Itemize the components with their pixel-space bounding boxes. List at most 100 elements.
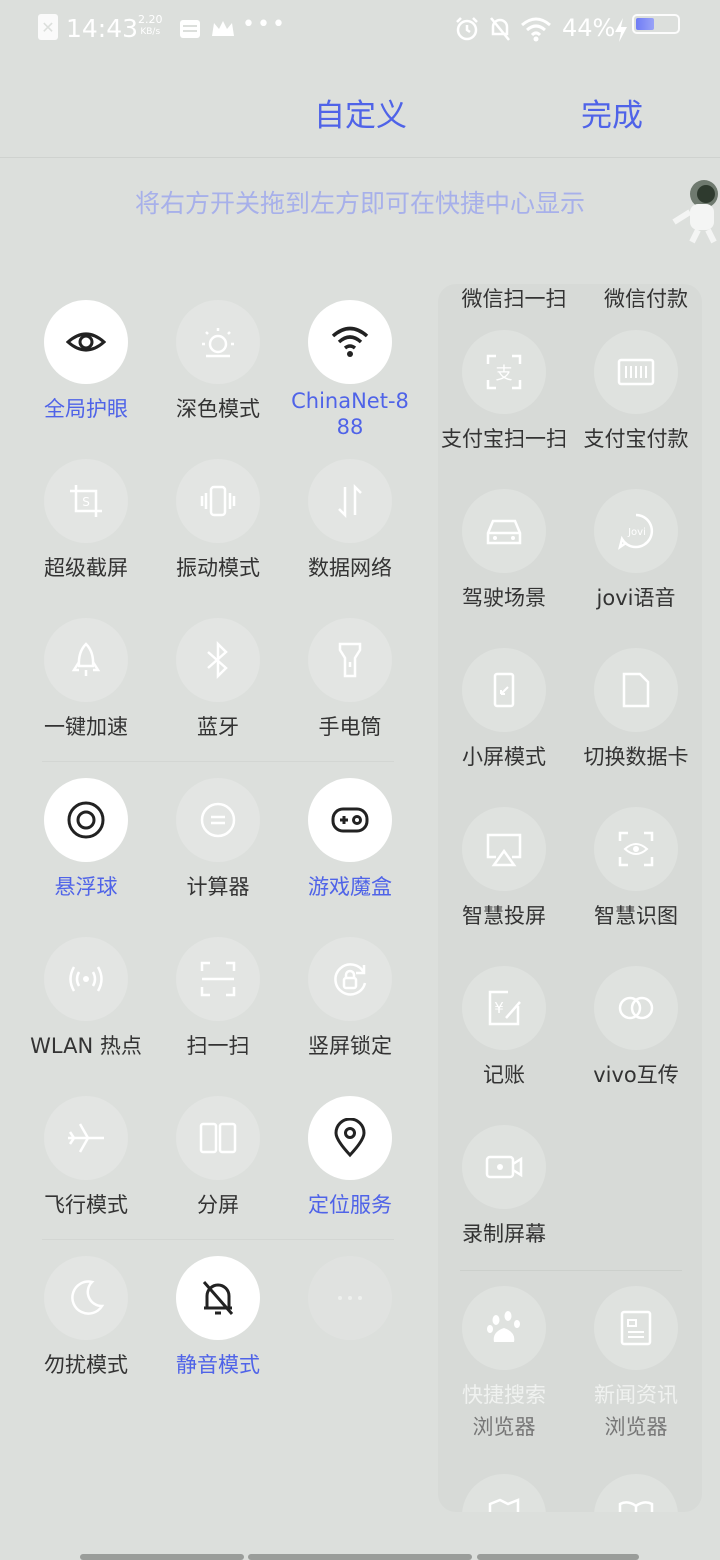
tile-label: 一键加速 — [44, 715, 128, 739]
tile-location[interactable]: 定位服务 — [284, 1096, 416, 1218]
tile-calculator-toggle[interactable] — [176, 778, 260, 862]
tile-super-screenshot-toggle[interactable]: S — [44, 459, 128, 543]
tile-dark-mode-toggle[interactable] — [176, 300, 260, 384]
tile-split-screen-toggle[interactable] — [176, 1096, 260, 1180]
tile-super-screenshot[interactable]: S 超级截屏 — [20, 459, 152, 581]
tile-screen-record-toggle[interactable] — [462, 1125, 546, 1209]
tile-scan-toggle[interactable] — [176, 937, 260, 1021]
tile-dark-mode[interactable]: 深色模式 — [152, 300, 284, 422]
split-screen-icon — [199, 1122, 237, 1154]
tile-smart-image-toggle[interactable] — [594, 807, 678, 891]
tile-switch-data-card[interactable]: 切换数据卡 — [570, 648, 702, 770]
done-button[interactable]: 完成 — [581, 90, 643, 135]
tile-wifi-toggle[interactable] — [308, 300, 392, 384]
tile-label: 蓝牙 — [197, 715, 239, 739]
vibration-icon — [200, 485, 236, 517]
tile-flashlight-toggle[interactable] — [308, 618, 392, 702]
tile-do-not-disturb[interactable]: 勿扰模式 — [20, 1256, 152, 1378]
location-icon — [334, 1118, 366, 1158]
tile-label: WLAN 热点 — [30, 1034, 142, 1058]
tile-driving-scene[interactable]: 驾驶场景 — [438, 489, 570, 611]
tile-label: 智慧投屏 — [462, 904, 546, 928]
tile-label: 新闻资讯 — [594, 1383, 678, 1407]
tile-quick-search[interactable]: 快捷搜索 浏览器 — [438, 1286, 570, 1440]
tile-smart-image[interactable]: 智慧识图 — [570, 807, 702, 929]
tile-jovi-voice-toggle[interactable]: Jovi — [594, 489, 678, 573]
tile-game-box[interactable]: 游戏魔盒 — [284, 778, 416, 900]
tile-small-screen-toggle[interactable] — [462, 648, 546, 732]
tile-location-toggle[interactable] — [308, 1096, 392, 1180]
tile-scan[interactable]: 扫一扫 — [152, 937, 284, 1059]
tile-screen-record[interactable]: 录制屏幕 — [438, 1125, 570, 1247]
tile-game-box-toggle[interactable] — [308, 778, 392, 862]
tile-label: 快捷搜索 — [462, 1383, 546, 1407]
tile-partial-book[interactable] — [570, 1474, 702, 1512]
tile-rotation-lock[interactable]: 竖屏锁定 — [284, 937, 416, 1059]
tile-hotspot-toggle[interactable] — [44, 937, 128, 1021]
tile-jovi-voice[interactable]: Jovi jovi语音 — [570, 489, 702, 611]
tile-label: 超级截屏 — [44, 556, 128, 580]
tile-smart-cast[interactable]: 智慧投屏 — [438, 807, 570, 929]
tile-quick-search-toggle[interactable] — [462, 1286, 546, 1370]
tile-driving-scene-toggle[interactable] — [462, 489, 546, 573]
bluetooth-icon — [207, 640, 228, 680]
tile-label: 振动模式 — [176, 556, 260, 580]
tile-label: 切换数据卡 — [583, 745, 689, 769]
tile-airplane-toggle[interactable] — [44, 1096, 128, 1180]
tile-alipay-pay[interactable]: 支付宝付款 — [570, 330, 702, 452]
astronaut-icon[interactable] — [668, 178, 720, 244]
tile-airplane[interactable]: 飞行模式 — [20, 1096, 152, 1218]
tile-vivo-share-toggle[interactable] — [594, 966, 678, 1050]
tile-small-screen[interactable]: 小屏模式 — [438, 648, 570, 770]
tile-calculator[interactable]: 计算器 — [152, 778, 284, 900]
tile-partial-book-toggle[interactable] — [594, 1474, 678, 1512]
tile-bluetooth[interactable]: 蓝牙 — [152, 618, 284, 740]
more-icon — [338, 1296, 362, 1300]
tile-wifi[interactable]: ChinaNet-888 — [284, 300, 416, 440]
tile-hotspot[interactable]: WLAN 热点 — [20, 937, 152, 1059]
tile-rotation-lock-toggle[interactable] — [308, 937, 392, 1021]
flashlight-icon — [338, 642, 362, 678]
tile-bookkeeping[interactable]: ¥ 记账 — [438, 966, 570, 1088]
tile-news[interactable]: 新闻资讯 浏览器 — [570, 1286, 702, 1440]
svg-text:¥: ¥ — [494, 999, 504, 1017]
tile-switch-data-card-toggle[interactable] — [594, 648, 678, 732]
tile-alipay-pay-toggle[interactable] — [594, 330, 678, 414]
drag-hint-text: 将右方开关拖到左方即可在快捷中心显示 — [134, 189, 585, 218]
tile-label: 小屏模式 — [462, 745, 546, 769]
tile-label: vivo互传 — [593, 1063, 679, 1087]
tile-alipay-scan-toggle[interactable]: 支 — [462, 330, 546, 414]
tile-bookkeeping-toggle[interactable]: ¥ — [462, 966, 546, 1050]
tile-bluetooth-toggle[interactable] — [176, 618, 260, 702]
tile-speed-boost-toggle[interactable] — [44, 618, 128, 702]
tile-do-not-disturb-toggle[interactable] — [44, 1256, 128, 1340]
tile-silent-mode[interactable]: 静音模式 — [152, 1256, 284, 1378]
network-speed-unit: KB/s — [140, 27, 161, 37]
rotation-lock-icon — [334, 963, 367, 996]
tile-split-screen[interactable]: 分屏 — [152, 1096, 284, 1218]
tile-smart-cast-toggle[interactable] — [462, 807, 546, 891]
tile-floating-ball-toggle[interactable] — [44, 778, 128, 862]
svg-text:S: S — [82, 495, 90, 509]
tile-label: 记账 — [483, 1063, 525, 1087]
tile-vibration[interactable]: 振动模式 — [152, 459, 284, 581]
tile-eye-protection[interactable]: 全局护眼 — [20, 300, 152, 422]
tile-partial-map[interactable] — [438, 1474, 570, 1512]
tile-silent-mode-toggle[interactable] — [176, 1256, 260, 1340]
tile-mobile-data[interactable]: 数据网络 — [284, 459, 416, 581]
tile-alipay-scan[interactable]: 支 支付宝扫一扫 — [438, 330, 570, 452]
tile-partial-map-toggle[interactable] — [462, 1474, 546, 1512]
header: 自定义 完成 — [0, 60, 720, 158]
available-tiles-panel[interactable]: 微信扫一扫 微信付款 支 支付宝扫一扫 支付宝付款 驾驶场景 Jovi jovi… — [438, 284, 702, 1512]
tile-vibration-toggle[interactable] — [176, 459, 260, 543]
partial-tile-label: 微信付款 — [604, 287, 688, 311]
tile-news-toggle[interactable] — [594, 1286, 678, 1370]
tile-eye-protection-toggle[interactable] — [44, 300, 128, 384]
tile-speed-boost[interactable]: 一键加速 — [20, 618, 152, 740]
tile-floating-ball[interactable]: 悬浮球 — [20, 778, 152, 900]
small-screen-icon — [493, 672, 515, 708]
tile-mobile-data-toggle[interactable] — [308, 459, 392, 543]
tile-flashlight[interactable]: 手电筒 — [284, 618, 416, 740]
notification-x-icon: ✕ — [38, 14, 58, 40]
tile-vivo-share[interactable]: vivo互传 — [570, 966, 702, 1088]
